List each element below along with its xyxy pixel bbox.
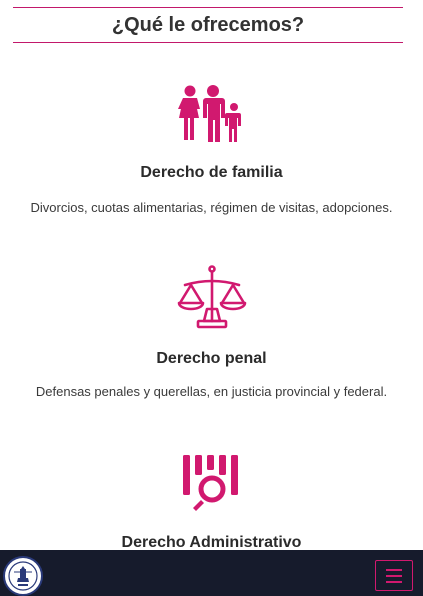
service-criminal-law: Derecho penal Defensas penales y querell… bbox=[0, 265, 423, 399]
service-title: Derecho penal bbox=[156, 350, 267, 367]
document-search-icon bbox=[182, 455, 238, 511]
bottom-navbar bbox=[0, 550, 423, 596]
section-header: ¿Qué le ofrecemos? bbox=[13, 7, 403, 43]
family-icon bbox=[177, 85, 241, 142]
menu-bar bbox=[386, 568, 402, 571]
service-description: Defensas penales y querellas, en justici… bbox=[35, 384, 388, 399]
law-firm-logo[interactable] bbox=[3, 556, 43, 596]
page: ¿Qué le ofrecemos? Derecho de familia Di… bbox=[0, 0, 423, 596]
menu-bar bbox=[386, 574, 402, 577]
scales-of-justice-icon bbox=[177, 265, 246, 329]
section-title: ¿Qué le ofrecemos? bbox=[111, 13, 305, 36]
service-title: Derecho de familia bbox=[140, 164, 283, 181]
service-description: Divorcios, cuotas alimentarias, régimen … bbox=[30, 200, 393, 215]
service-family-law: Derecho de familia Divorcios, cuotas ali… bbox=[0, 84, 423, 215]
menu-bar bbox=[386, 580, 402, 583]
service-administrative-law: Derecho Administrativo bbox=[0, 452, 423, 552]
hamburger-menu-button[interactable] bbox=[375, 560, 413, 591]
logo-emblem-icon bbox=[8, 561, 38, 591]
